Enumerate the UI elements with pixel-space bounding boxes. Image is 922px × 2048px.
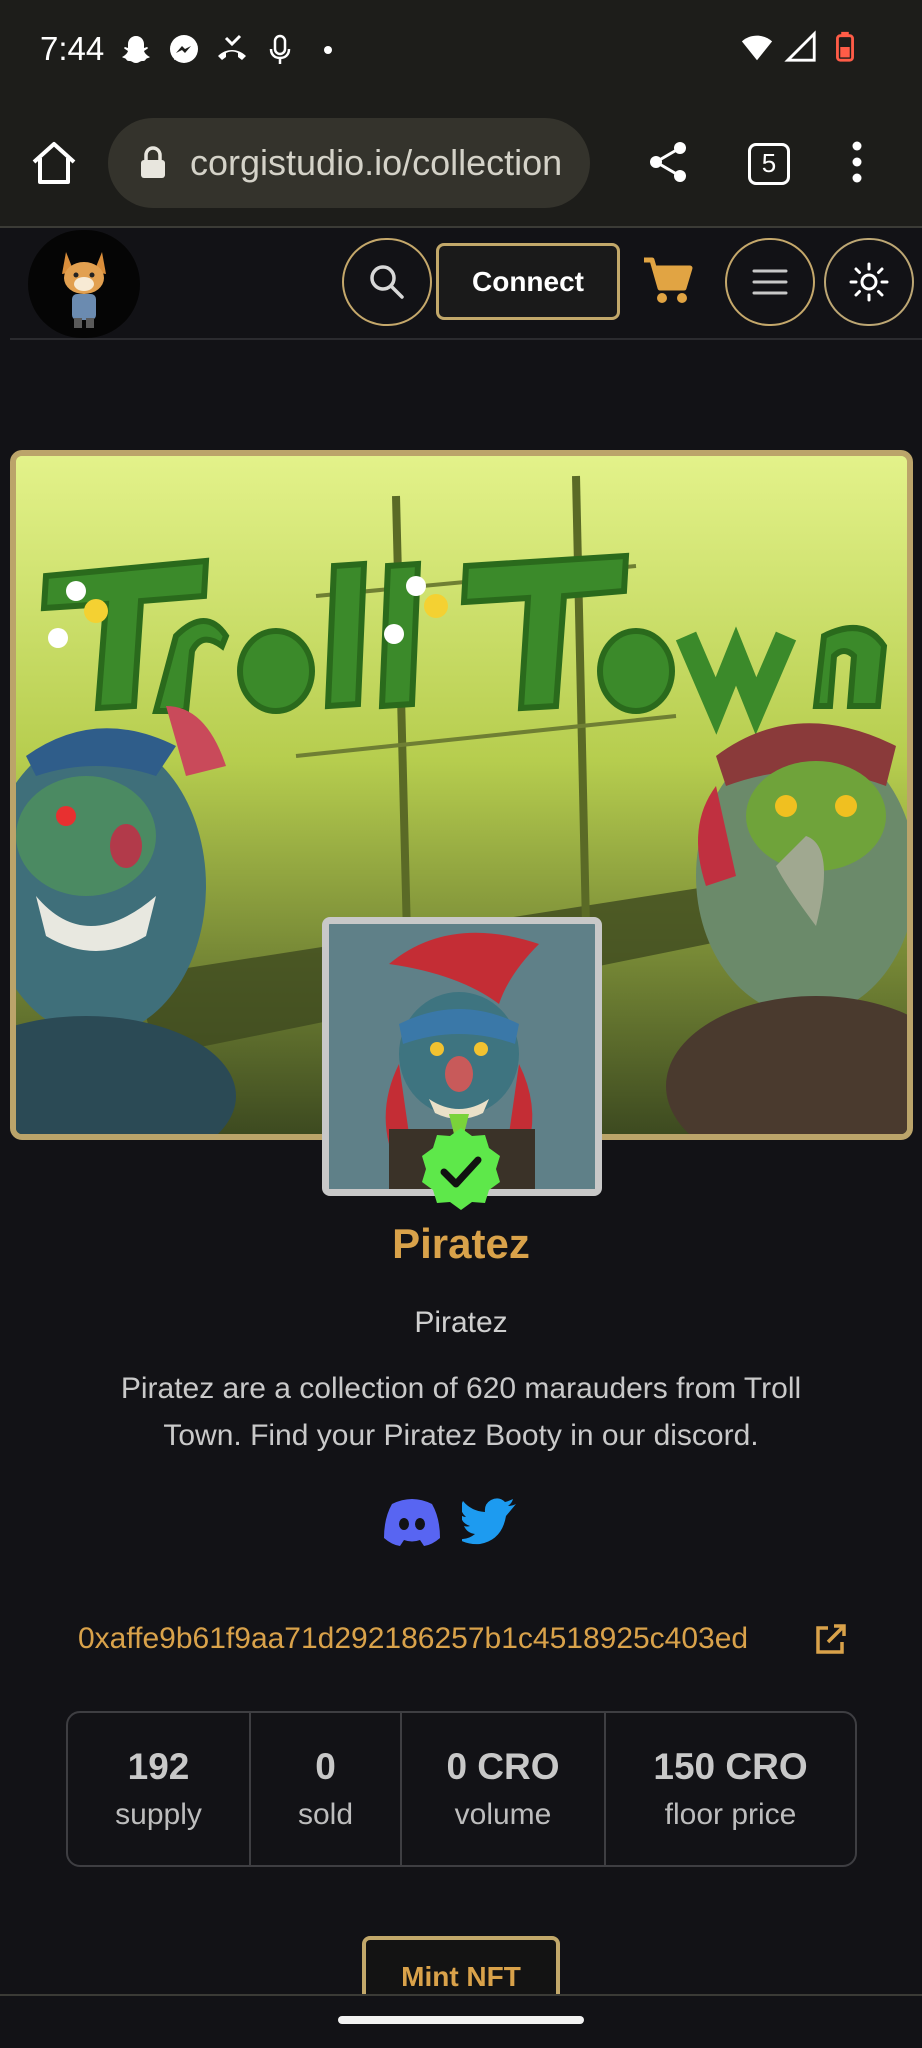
stat-value: 192 bbox=[127, 1746, 190, 1787]
contract-address-link[interactable]: 0xaffe9b61f9aa71d292186257b1c4518925c403… bbox=[78, 1622, 748, 1656]
wifi-icon bbox=[741, 35, 773, 61]
address-bar[interactable]: corgistudio.io/collection bbox=[108, 118, 590, 208]
search-icon bbox=[370, 265, 404, 299]
share-icon[interactable] bbox=[646, 140, 690, 184]
stat-label: floor price bbox=[664, 1798, 797, 1831]
stat-label: sold bbox=[297, 1798, 354, 1831]
stat-floor-price: 150 CRO floor price bbox=[606, 1713, 855, 1865]
more-menu-icon[interactable] bbox=[842, 140, 872, 184]
url-text: corgistudio.io/collection bbox=[190, 142, 563, 183]
battery-icon bbox=[836, 31, 854, 62]
dot-icon bbox=[324, 46, 332, 54]
home-icon[interactable] bbox=[28, 138, 80, 190]
stat-supply: 192 supply bbox=[68, 1713, 251, 1865]
collection-title: Piratez bbox=[392, 1220, 530, 1267]
collection-stats: 192 supply 0 sold 0 CRO volume 150 CRO f… bbox=[66, 1711, 857, 1867]
lock-icon bbox=[141, 146, 165, 178]
notification-icons bbox=[118, 32, 346, 68]
microphone-icon bbox=[269, 34, 291, 64]
external-link-icon[interactable] bbox=[812, 1622, 848, 1658]
status-bar: 7:44 bbox=[0, 0, 922, 100]
stat-sold: 0 sold bbox=[251, 1713, 402, 1865]
verified-badge-icon bbox=[422, 1128, 500, 1210]
stat-value: 0 bbox=[315, 1746, 336, 1787]
twitter-icon[interactable] bbox=[462, 1494, 522, 1548]
snapchat-icon bbox=[122, 36, 150, 63]
stat-volume: 0 CRO volume bbox=[402, 1713, 606, 1865]
stat-value: 0 CRO bbox=[446, 1746, 560, 1787]
menu-button[interactable] bbox=[725, 238, 815, 326]
sun-icon bbox=[849, 262, 889, 302]
missed-call-icon bbox=[218, 34, 246, 60]
hamburger-icon bbox=[752, 269, 788, 295]
signal-icon bbox=[784, 30, 816, 62]
tab-switcher-button[interactable]: 5 bbox=[748, 143, 790, 185]
system-icons bbox=[740, 30, 862, 64]
discord-icon[interactable] bbox=[382, 1494, 442, 1548]
header-divider bbox=[10, 338, 922, 340]
search-button[interactable] bbox=[342, 238, 432, 326]
stat-label: volume bbox=[454, 1798, 552, 1831]
stat-label: supply bbox=[115, 1798, 202, 1831]
cart-icon[interactable] bbox=[642, 252, 694, 308]
gesture-handle[interactable] bbox=[338, 2016, 584, 2024]
theme-toggle-button[interactable] bbox=[824, 238, 914, 326]
site-logo[interactable] bbox=[28, 230, 140, 338]
status-time: 7:44 bbox=[40, 30, 105, 67]
collection-subtitle: Piratez bbox=[414, 1306, 508, 1339]
connect-button[interactable]: Connect bbox=[436, 243, 620, 320]
messenger-icon bbox=[170, 35, 198, 63]
collection-description: Piratez are a collection of 620 marauder… bbox=[120, 1372, 802, 1452]
stat-value: 150 CRO bbox=[653, 1746, 808, 1787]
